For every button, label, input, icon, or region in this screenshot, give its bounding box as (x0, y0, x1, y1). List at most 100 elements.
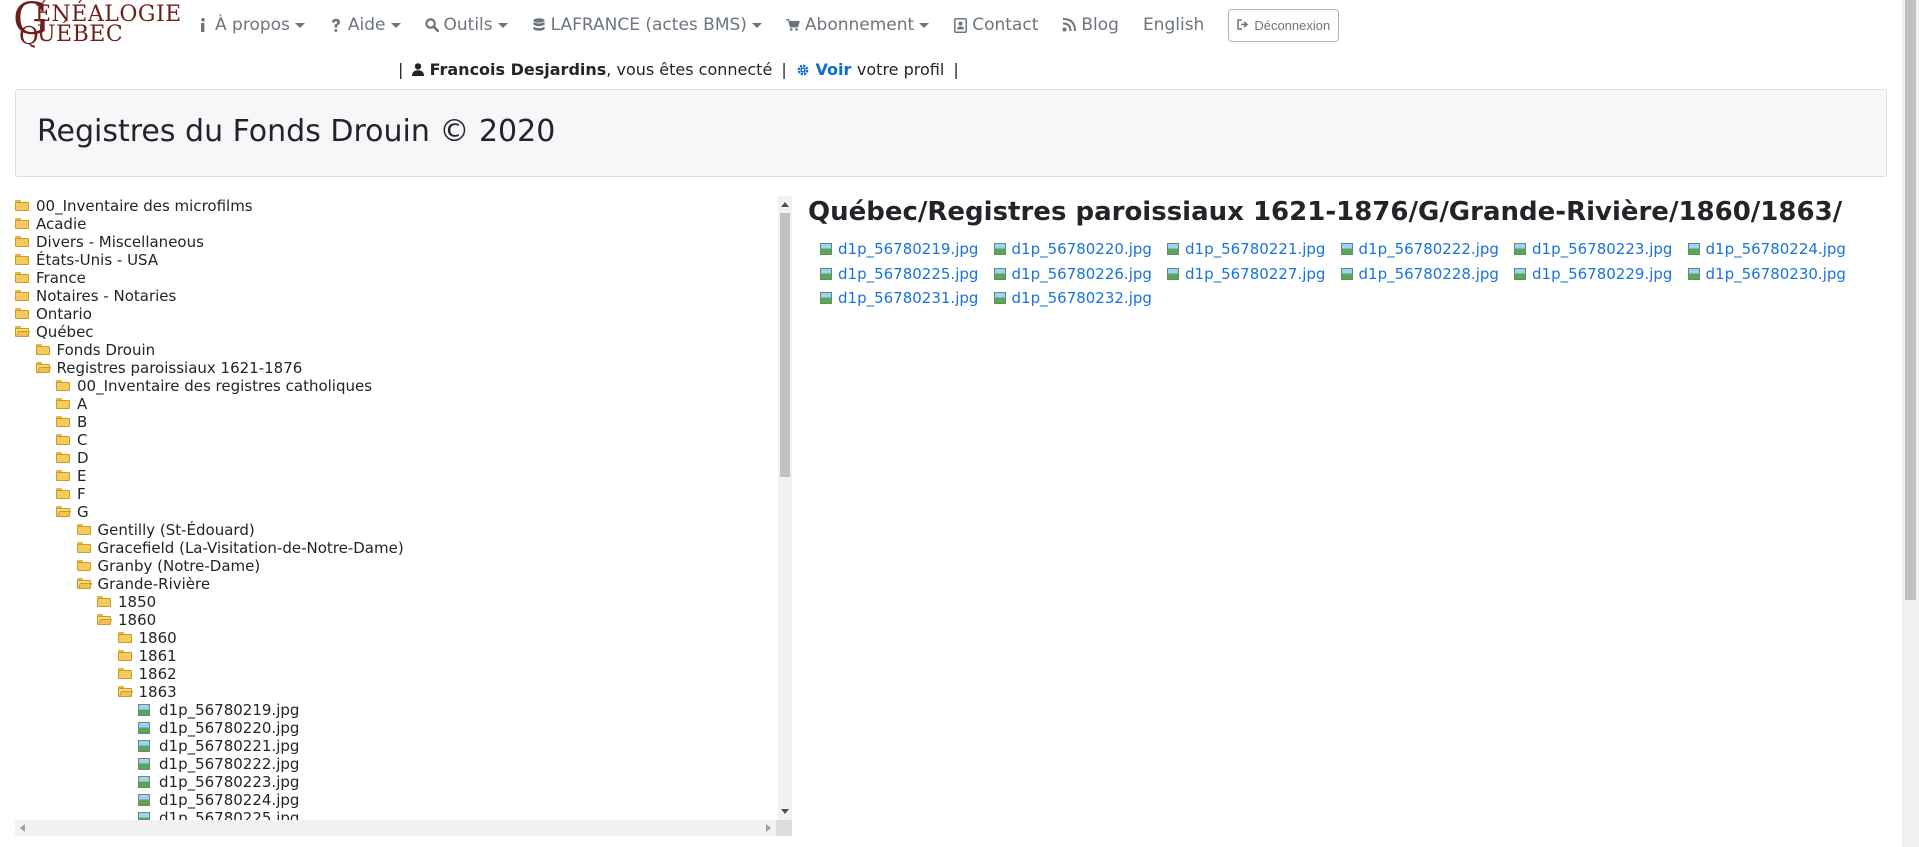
scroll-down-arrow-icon[interactable] (781, 809, 789, 814)
tree-item-label[interactable]: 00_Inventaire des registres catholiques (77, 377, 372, 395)
tree-folder-item[interactable]: F (15, 485, 776, 503)
tree-folder-item[interactable]: Québec (15, 323, 776, 341)
scrollbar-thumb[interactable] (780, 213, 790, 477)
file-link[interactable]: d1p_56780230.jpg (1687, 265, 1846, 283)
tree-item-label[interactable]: Québec (36, 323, 94, 341)
tree-item-label[interactable]: Registres paroissiaux 1621-1876 (57, 359, 303, 377)
tree-item-label[interactable]: Notaires - Notaries (36, 287, 176, 305)
file-link[interactable]: d1p_56780228.jpg (1340, 265, 1499, 283)
tree-item-label[interactable]: d1p_56780222.jpg (159, 755, 299, 773)
tree-file-item[interactable]: d1p_56780222.jpg (15, 755, 776, 773)
tree-item-label[interactable]: d1p_56780220.jpg (159, 719, 299, 737)
tree-folder-item[interactable]: 1861 (15, 647, 776, 665)
file-link[interactable]: d1p_56780231.jpg (820, 289, 978, 307)
file-link-label[interactable]: d1p_56780224.jpg (1706, 240, 1846, 258)
tree-item-label[interactable]: Granby (Notre-Dame) (98, 557, 261, 575)
tree-file-item[interactable]: d1p_56780221.jpg (15, 737, 776, 755)
nav-item-english[interactable]: English (1143, 15, 1204, 35)
page-scrollbar-thumb[interactable] (1905, 0, 1916, 600)
file-link-label[interactable]: d1p_56780223.jpg (1532, 240, 1672, 258)
tree-folder-item[interactable]: B (15, 413, 776, 431)
file-link[interactable]: d1p_56780221.jpg (1167, 240, 1325, 258)
tree-item-label[interactable]: 1863 (139, 683, 177, 701)
tree-item-label[interactable]: d1p_56780223.jpg (159, 773, 299, 791)
nav-item-blog[interactable]: Blog (1062, 15, 1119, 35)
tree-item-label[interactable]: 1861 (139, 647, 177, 665)
tree-folder-item[interactable]: E (15, 467, 776, 485)
tree-item-label[interactable]: Acadie (36, 215, 86, 233)
file-link-label[interactable]: d1p_56780226.jpg (1012, 265, 1152, 283)
file-link[interactable]: d1p_56780224.jpg (1687, 240, 1846, 258)
tree-folder-item[interactable]: France (15, 269, 776, 287)
view-label[interactable]: Voir (815, 60, 851, 79)
file-link-label[interactable]: d1p_56780227.jpg (1185, 265, 1325, 283)
tree-folder-item[interactable]: Registres paroissiaux 1621-1876 (15, 359, 776, 377)
tree-folder-item[interactable]: G (15, 503, 776, 521)
tree-folder-item[interactable]: Grande-Rivière (15, 575, 776, 593)
tree-folder-item[interactable]: Acadie (15, 215, 776, 233)
tree-item-label[interactable]: C (77, 431, 87, 449)
file-link-label[interactable]: d1p_56780230.jpg (1706, 265, 1846, 283)
tree-item-label[interactable]: 1860 (139, 629, 177, 647)
file-link-label[interactable]: d1p_56780229.jpg (1532, 265, 1672, 283)
tree-folder-item[interactable]: C (15, 431, 776, 449)
tree-item-label[interactable]: 00_Inventaire des microfilms (36, 197, 253, 215)
tree-item-label[interactable]: G (77, 503, 89, 521)
file-link-label[interactable]: d1p_56780231.jpg (838, 289, 978, 307)
tree-file-item[interactable]: d1p_56780219.jpg (15, 701, 776, 719)
tree-item-label[interactable]: États-Unis - USA (36, 251, 158, 269)
tree-folder-item[interactable]: D (15, 449, 776, 467)
file-link[interactable]: d1p_56780227.jpg (1167, 265, 1325, 283)
tree-item-label[interactable]: F (77, 485, 86, 503)
tree-folder-item[interactable]: 1850 (15, 593, 776, 611)
file-link[interactable]: d1p_56780225.jpg (820, 265, 978, 283)
file-link[interactable]: d1p_56780229.jpg (1514, 265, 1672, 283)
tree-horizontal-scrollbar[interactable] (15, 820, 776, 836)
file-link[interactable]: d1p_56780219.jpg (820, 240, 978, 258)
file-link[interactable]: d1p_56780226.jpg (993, 265, 1152, 283)
tree-folder-item[interactable]: A (15, 395, 776, 413)
tree-item-label[interactable]: 1860 (118, 611, 156, 629)
tree-folder-item[interactable]: Gentilly (St-Édouard) (15, 521, 776, 539)
scroll-up-arrow-icon[interactable] (781, 202, 789, 207)
tree-folder-item[interactable]: États-Unis - USA (15, 251, 776, 269)
tree-item-label[interactable]: 1850 (118, 593, 156, 611)
file-link[interactable]: d1p_56780220.jpg (993, 240, 1152, 258)
nav-item-lafrance-actes-bms[interactable]: LAFRANCE (actes BMS) (532, 15, 762, 35)
tree-item-label[interactable]: D (77, 449, 89, 467)
tree-folder-item[interactable]: Gracefield (La-Visitation-de-Notre-Dame) (15, 539, 776, 557)
file-link-label[interactable]: d1p_56780232.jpg (1012, 289, 1152, 307)
nav-item-contact[interactable]: Contact (953, 15, 1038, 35)
file-link-label[interactable]: d1p_56780228.jpg (1359, 265, 1499, 283)
scroll-right-arrow-icon[interactable] (766, 824, 771, 832)
tree-item-label[interactable]: d1p_56780224.jpg (159, 791, 299, 809)
tree-file-item[interactable]: d1p_56780220.jpg (15, 719, 776, 737)
tree-folder-item[interactable]: 00_Inventaire des microfilms (15, 197, 776, 215)
file-link-label[interactable]: d1p_56780225.jpg (838, 265, 978, 283)
tree-file-item[interactable]: d1p_56780223.jpg (15, 773, 776, 791)
file-link[interactable]: d1p_56780232.jpg (993, 289, 1152, 307)
tree-item-label[interactable]: France (36, 269, 86, 287)
file-link-label[interactable]: d1p_56780220.jpg (1012, 240, 1152, 258)
tree-item-label[interactable]: d1p_56780221.jpg (159, 737, 299, 755)
tree-folder-item[interactable]: 1860 (15, 629, 776, 647)
tree-item-label[interactable]: Ontario (36, 305, 92, 323)
tree-folder-item[interactable]: 1863 (15, 683, 776, 701)
page-vertical-scrollbar[interactable] (1902, 0, 1919, 847)
file-link-label[interactable]: d1p_56780219.jpg (838, 240, 978, 258)
tree-item-label[interactable]: d1p_56780219.jpg (159, 701, 299, 719)
genealogie-quebec-logo[interactable]: G ÉNÉALOGIE Q UÉBEC (13, 0, 181, 50)
tree-item-label[interactable]: Grande-Rivière (98, 575, 211, 593)
logout-button[interactable]: Déconnexion (1228, 8, 1340, 42)
nav-item-propos[interactable]: À propos (196, 15, 305, 35)
tree-item-label[interactable]: Gentilly (St-Édouard) (98, 521, 255, 539)
tree-folder-item[interactable]: 1862 (15, 665, 776, 683)
tree-item-label[interactable]: Gracefield (La-Visitation-de-Notre-Dame) (98, 539, 404, 557)
tree-folder-item[interactable]: Granby (Notre-Dame) (15, 557, 776, 575)
tree-folder-item[interactable]: 1860 (15, 611, 776, 629)
tree-item-label[interactable]: B (77, 413, 87, 431)
tree-item-label[interactable]: A (77, 395, 87, 413)
nav-item-outils[interactable]: Outils (424, 15, 508, 35)
scroll-left-arrow-icon[interactable] (20, 824, 25, 832)
nav-item-abonnement[interactable]: Abonnement (785, 15, 930, 35)
